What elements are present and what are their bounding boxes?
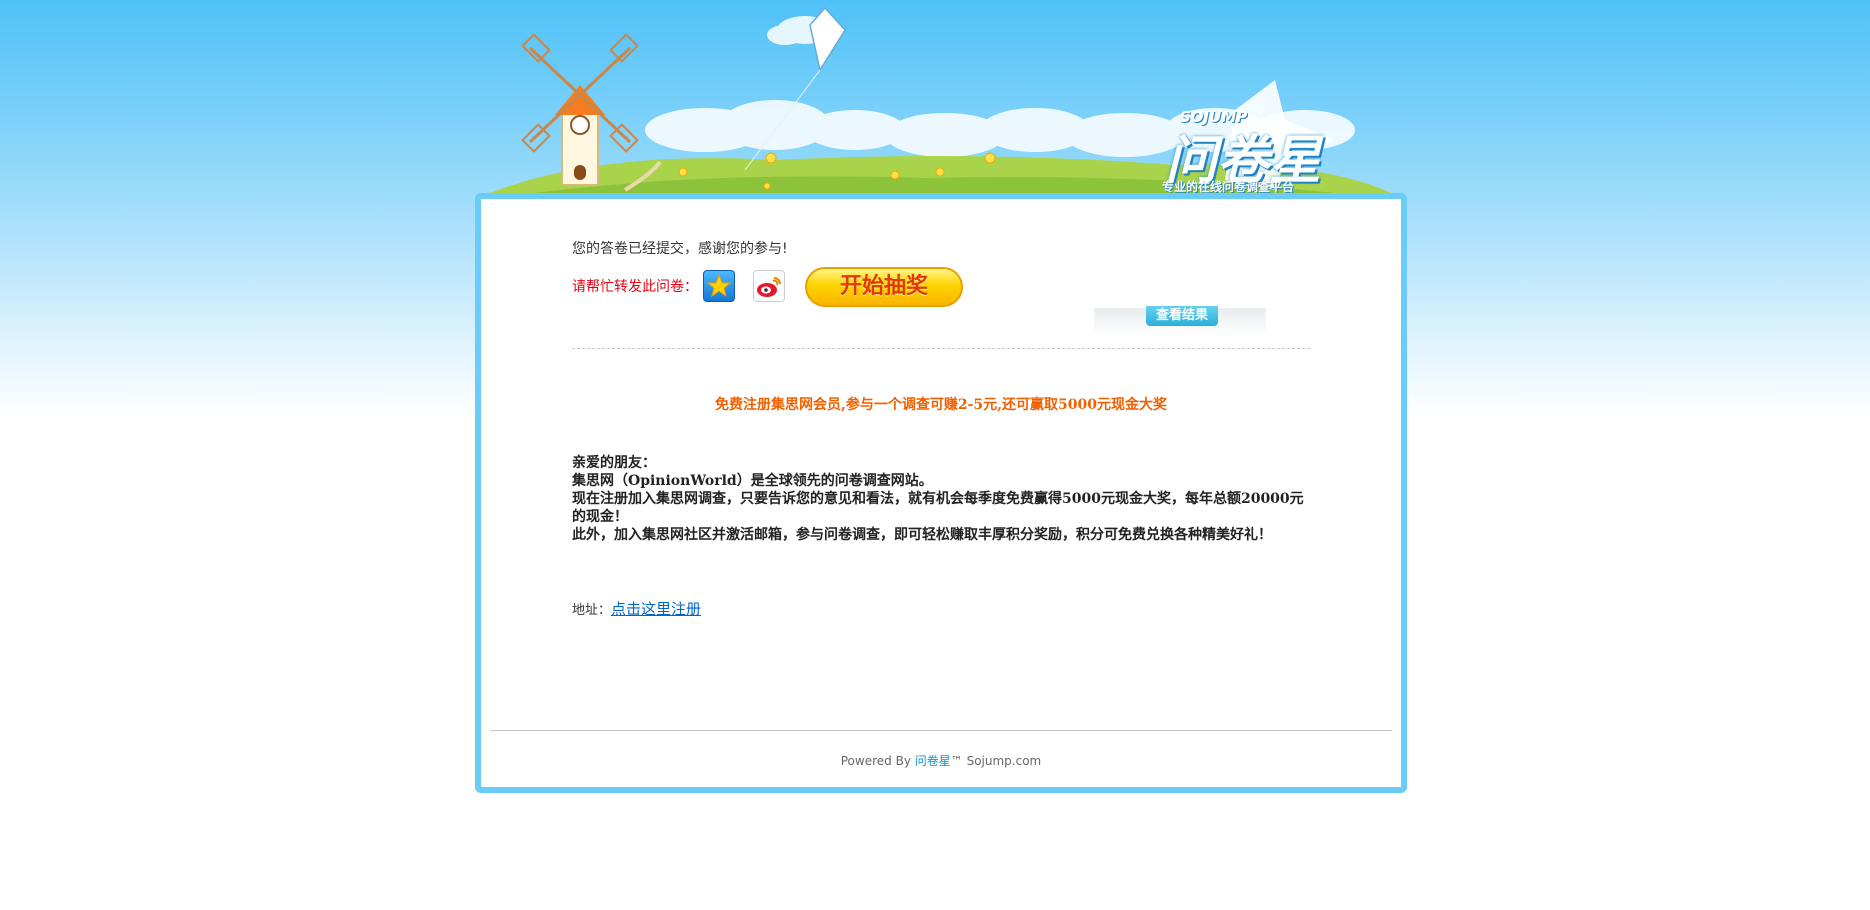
- letter-line-3: 此外，加入集思网社区并激活邮箱，参与问卷调查，即可轻松赚取丰厚积分奖励，积分可免…: [572, 527, 1272, 543]
- address-row: 地址：点击这里注册: [572, 598, 701, 619]
- invitation-letter: 亲爱的朋友： 集思网（OpinionWorld）是全球领先的问卷调查网站。 现在…: [572, 454, 1312, 544]
- qzone-star-icon: [706, 273, 732, 298]
- footer-brand-link[interactable]: 问卷星: [915, 754, 951, 768]
- footer-divider: [490, 730, 1392, 731]
- footer-suffix: ™ Sojump.com: [950, 754, 1042, 768]
- submitted-message: 您的答卷已经提交，感谢您的参与!: [572, 241, 788, 257]
- qzone-icon[interactable]: [703, 270, 735, 302]
- letter-greeting: 亲爱的朋友：: [572, 455, 656, 471]
- dashed-divider: [572, 348, 1310, 349]
- register-link[interactable]: 点击这里注册: [611, 600, 701, 618]
- footer: Powered By 问卷星™ Sojump.com: [475, 752, 1407, 769]
- weibo-logo-icon: [757, 277, 781, 297]
- share-label: 请帮忙转发此问卷：: [572, 279, 698, 295]
- promo-title: 免费注册集思网会员,参与一个调查可赚2-5元,还可赢取5000元现金大奖: [714, 397, 1167, 413]
- weibo-icon[interactable]: [753, 270, 785, 302]
- letter-line-2: 现在注册加入集思网调查，只要告诉您的意见和看法，就有机会每季度免费赢得5000元…: [572, 491, 1304, 525]
- view-results-button[interactable]: 查看结果: [1146, 306, 1218, 326]
- start-lottery-button[interactable]: 开始抽奖: [805, 267, 963, 307]
- letter-line-1: 集思网（OpinionWorld）是全球领先的问卷调查网站。: [572, 473, 933, 489]
- powered-by-text: Powered By: [840, 754, 911, 768]
- address-label: 地址：: [572, 603, 612, 618]
